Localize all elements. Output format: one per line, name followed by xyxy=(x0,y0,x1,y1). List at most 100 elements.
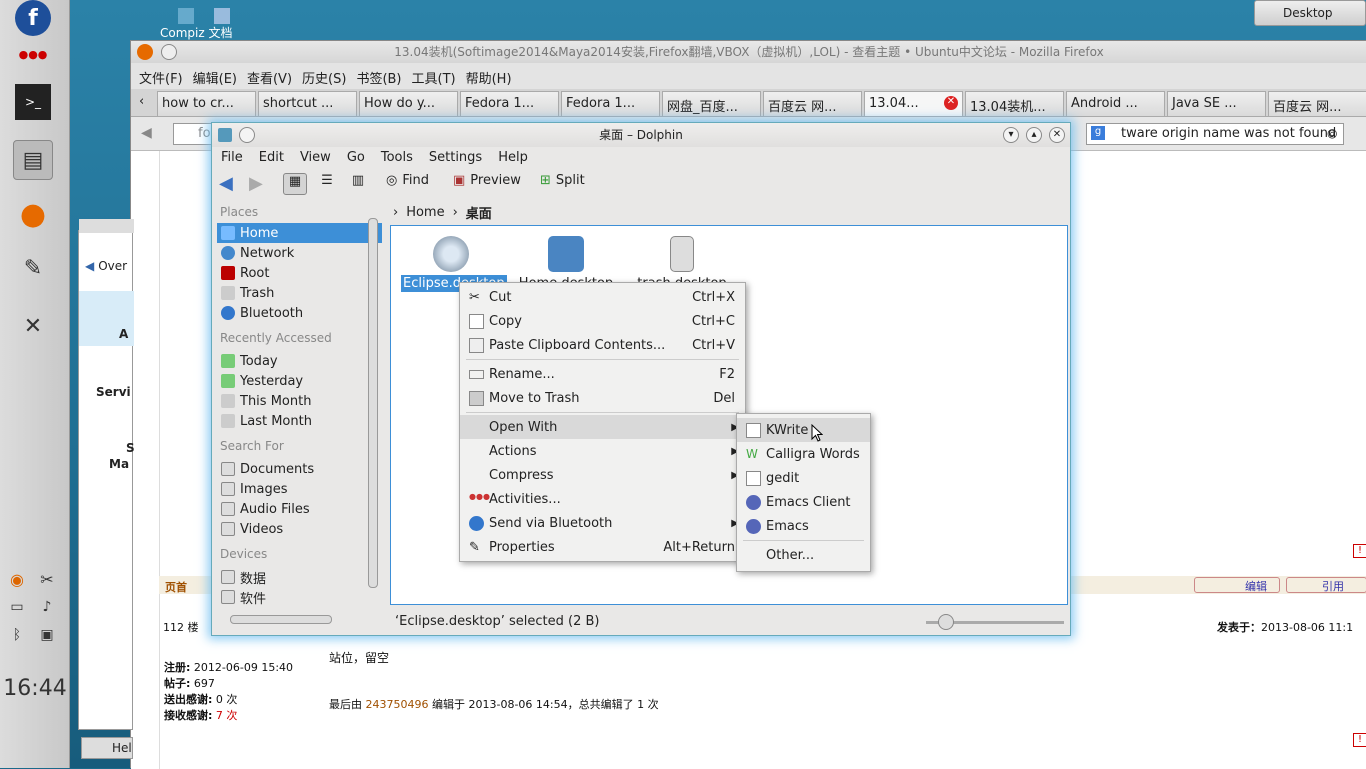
menu-edit[interactable]: Edit xyxy=(259,150,284,166)
keyboard-icon[interactable]: ▭ xyxy=(4,594,30,620)
device-item[interactable]: 软件 xyxy=(217,587,382,607)
tools-icon[interactable]: ✕ xyxy=(15,308,51,344)
menu-move-to-trash[interactable]: Move to Trash Del xyxy=(460,386,745,410)
tab-scroll-left-icon[interactable]: ‹ xyxy=(139,94,144,109)
browser-tab[interactable]: How do y... xyxy=(359,91,458,116)
open-with-emacs-client[interactable]: Emacs Client xyxy=(737,490,870,514)
close-icon[interactable]: ✕ xyxy=(1049,127,1065,143)
browser-tab[interactable]: 百度云 网... xyxy=(763,91,862,116)
browser-tab-active[interactable]: 13.04... ✕ xyxy=(864,91,963,116)
battery-icon[interactable]: ▣ xyxy=(34,622,60,648)
file-manager-icon[interactable]: ▤ xyxy=(13,140,53,180)
menu-file[interactable]: 文件(F) xyxy=(139,68,183,87)
report-icon[interactable]: ! xyxy=(1353,544,1366,558)
browser-tab[interactable]: Fedora 1... xyxy=(460,91,559,116)
browser-tab[interactable]: how to cr... xyxy=(157,91,256,116)
places-hscrollbar[interactable] xyxy=(230,615,332,624)
menu-paste[interactable]: Paste Clipboard Contents... Ctrl+V xyxy=(460,333,745,357)
columns-view-icon[interactable]: ▥ xyxy=(346,173,370,195)
details-view-icon[interactable]: ☰ xyxy=(315,173,339,195)
breadcrumb-current[interactable]: 桌面 xyxy=(466,203,492,222)
menu-file[interactable]: File xyxy=(221,150,243,166)
preview-button[interactable]: ▣ Preview xyxy=(453,173,521,188)
menu-tools[interactable]: 工具(T) xyxy=(412,68,456,87)
minimize-icon[interactable]: ▾ xyxy=(1003,127,1019,143)
menu-help[interactable]: Help xyxy=(498,150,528,166)
menu-compress[interactable]: Compress▶ xyxy=(460,463,745,487)
desktop-button[interactable]: Desktop xyxy=(1254,0,1366,26)
places-item-home[interactable]: Home xyxy=(217,223,382,243)
split-button[interactable]: ⊞ Split xyxy=(540,173,585,188)
firefox-icon[interactable]: ● xyxy=(15,196,51,232)
back-arrow-icon[interactable]: ◀ xyxy=(219,173,233,194)
back-button[interactable]: ◀ Over xyxy=(85,259,127,273)
browser-tab[interactable]: 百度云 网... xyxy=(1268,91,1366,116)
places-item-root[interactable]: Root xyxy=(217,263,382,283)
menu-go[interactable]: Go xyxy=(347,150,365,166)
menu-bookmarks[interactable]: 书签(B) xyxy=(356,68,401,87)
browser-tab[interactable]: Android ... xyxy=(1066,91,1165,116)
menu-open-with[interactable]: Open With▶ xyxy=(460,415,745,439)
browser-tab[interactable]: 13.04装机... xyxy=(965,91,1064,116)
menu-activities[interactable]: ●●● Activities... xyxy=(460,487,745,511)
search-engine-icon[interactable]: g xyxy=(1091,126,1105,140)
fedora-icon[interactable]: f xyxy=(15,0,51,36)
search-item-videos[interactable]: Videos xyxy=(217,519,382,539)
desktop-icon[interactable]: Compiz 文档 xyxy=(160,8,240,41)
window-menu-button[interactable] xyxy=(161,44,177,60)
icons-view-icon[interactable]: ▦ xyxy=(283,173,307,195)
menu-help[interactable]: 帮助(H) xyxy=(466,68,512,87)
tab-close-icon[interactable]: ✕ xyxy=(944,96,958,110)
quote-button[interactable]: 引用 xyxy=(1286,577,1366,593)
open-with-kwrite[interactable]: KWrite xyxy=(737,418,870,442)
terminal-icon[interactable]: >_ xyxy=(15,84,51,120)
recent-item-last-month[interactable]: Last Month xyxy=(217,411,382,431)
recent-item-this-month[interactable]: This Month xyxy=(217,391,382,411)
binoculars-icon[interactable]: ◎ xyxy=(1327,126,1337,140)
browser-tab[interactable]: Java SE ... xyxy=(1167,91,1266,116)
edit-note-user[interactable]: 243750496 xyxy=(366,698,429,711)
maximize-icon[interactable]: ▴ xyxy=(1026,127,1042,143)
search-item-documents[interactable]: Documents xyxy=(217,459,382,479)
places-item-network[interactable]: Network xyxy=(217,243,382,263)
menu-rename[interactable]: Rename... F2 xyxy=(460,362,745,386)
menu-properties[interactable]: ✎ Properties Alt+Return xyxy=(460,535,745,559)
workspace-dots-icon[interactable]: ●●● xyxy=(15,36,51,72)
search-input[interactable]: tware origin name was not found xyxy=(1086,123,1344,145)
breadcrumb-home[interactable]: Home xyxy=(406,205,444,220)
menu-send-bluetooth[interactable]: Send via Bluetooth▶ xyxy=(460,511,745,535)
volume-icon[interactable]: ♪ xyxy=(34,594,60,620)
back-arrow-icon[interactable]: ◀ xyxy=(141,125,152,141)
search-item-audio[interactable]: Audio Files xyxy=(217,499,382,519)
menu-settings[interactable]: Settings xyxy=(429,150,482,166)
menu-history[interactable]: 历史(S) xyxy=(302,68,346,87)
clock[interactable]: 16:44 xyxy=(2,676,68,701)
window-menu-button[interactable] xyxy=(239,127,255,143)
search-item-images[interactable]: Images xyxy=(217,479,382,499)
forward-arrow-icon[interactable]: ▶ xyxy=(249,173,263,194)
page-top-link[interactable]: 页首 xyxy=(165,579,187,595)
edit-button[interactable]: 编辑 xyxy=(1194,577,1280,593)
browser-tab[interactable]: 网盘_百度... xyxy=(662,91,761,116)
open-with-other[interactable]: Other... xyxy=(737,543,870,567)
open-with-calligra-words[interactable]: W Calligra Words xyxy=(737,442,870,466)
menu-cut[interactable]: ✂ Cut Ctrl+X xyxy=(460,285,745,309)
scissors-icon[interactable]: ✂ xyxy=(34,566,60,592)
places-item-bluetooth[interactable]: Bluetooth xyxy=(217,303,382,323)
open-with-gedit[interactable]: gedit xyxy=(737,466,870,490)
menu-actions[interactable]: Actions▶ xyxy=(460,439,745,463)
gimp-icon[interactable]: ✎ xyxy=(15,250,51,286)
places-item-trash[interactable]: Trash xyxy=(217,283,382,303)
find-button[interactable]: ◎ Find xyxy=(386,173,429,188)
menu-copy[interactable]: Copy Ctrl+C xyxy=(460,309,745,333)
device-item[interactable]: 数据 xyxy=(217,567,382,587)
browser-tab[interactable]: shortcut ... xyxy=(258,91,357,116)
url-bar[interactable]: fo xyxy=(173,123,213,145)
browser-tab[interactable]: Fedora 1... xyxy=(561,91,660,116)
recent-item-today[interactable]: Today xyxy=(217,351,382,371)
places-scrollbar[interactable] xyxy=(368,218,378,588)
bluetooth-tray-icon[interactable]: ᛒ xyxy=(4,622,30,648)
menu-edit[interactable]: 编辑(E) xyxy=(193,68,237,87)
recent-item-yesterday[interactable]: Yesterday xyxy=(217,371,382,391)
zoom-slider-handle[interactable] xyxy=(938,614,954,630)
